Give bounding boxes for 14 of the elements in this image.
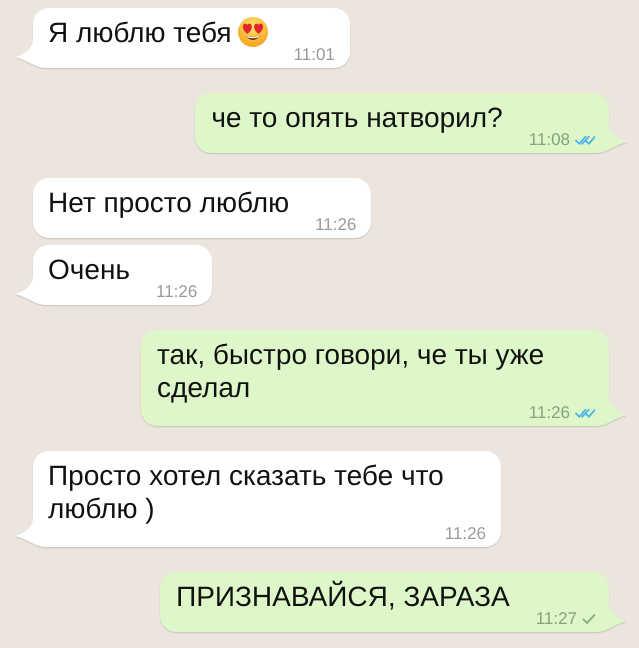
message-time: 11:01 — [294, 46, 335, 63]
message-text: че то опять натворил? — [211, 102, 503, 133]
message-time: 11:27 — [536, 610, 577, 627]
message-text: Я люблю тебя — [48, 17, 232, 48]
message-text: так, быстро говори, че ты уже сделал — [157, 339, 544, 403]
message-text: ПРИЗНАВАЙСЯ, ЗАРАЗА — [176, 581, 510, 612]
message-text: Очень — [48, 254, 130, 285]
message-time: 11:26 — [528, 404, 570, 421]
message-text: Нет просто люблю — [48, 187, 290, 218]
message-time: 11:08 — [528, 131, 570, 148]
message-time: 11:26 — [444, 525, 486, 542]
message-time: 11:26 — [315, 216, 356, 233]
message-text: Просто хотел сказать тебе что люблю ) — [48, 460, 444, 524]
message-time: 11:26 — [156, 283, 198, 300]
